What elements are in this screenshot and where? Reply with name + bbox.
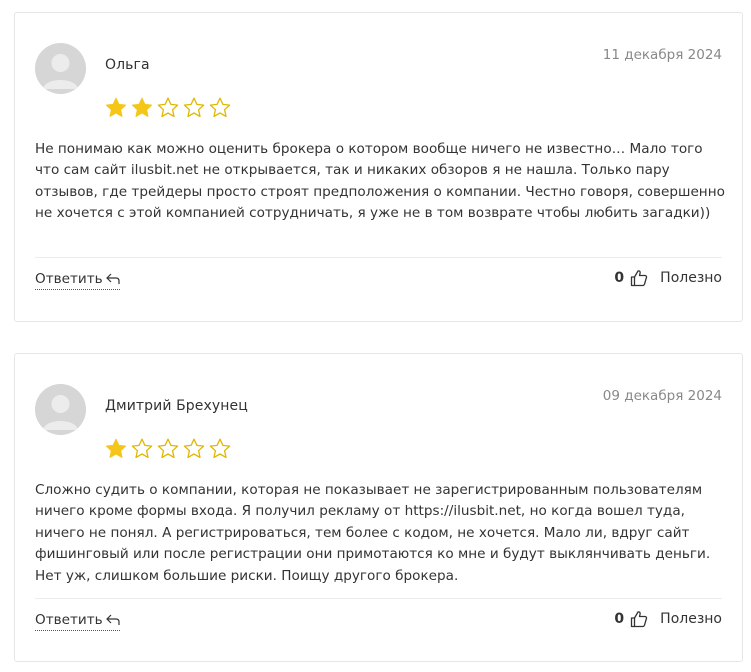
star-filled-icon — [131, 97, 153, 117]
like-count: 0 — [614, 270, 625, 286]
helpful-control: 0 Полезно — [614, 269, 722, 287]
star-empty-icon — [183, 438, 205, 459]
review-author: Ольга — [105, 57, 150, 73]
avatar-placeholder-icon — [35, 43, 86, 94]
helpful-label[interactable]: Полезно — [660, 611, 722, 627]
review-date: 11 декабря 2024 — [602, 47, 722, 63]
review-date: 09 декабря 2024 — [602, 388, 722, 404]
reply-button[interactable]: Ответить — [35, 271, 120, 290]
review-author: Дмитрий Брехунец — [105, 398, 248, 414]
reply-label: Ответить — [35, 271, 103, 287]
star-rating — [104, 96, 232, 120]
reply-arrow-icon — [105, 273, 120, 284]
helpful-control: 0 Полезно — [614, 610, 722, 628]
review-card: Ольга 11 декабря 2024 Не понимаю как мож… — [14, 12, 743, 322]
thumbs-up-icon[interactable] — [630, 610, 648, 628]
like-count: 0 — [614, 611, 625, 627]
star-empty-icon — [131, 438, 153, 459]
helpful-label[interactable]: Полезно — [660, 270, 722, 286]
star-empty-icon — [157, 97, 179, 118]
star-rating — [104, 437, 232, 461]
divider — [35, 598, 722, 599]
reply-button[interactable]: Ответить — [35, 612, 120, 631]
review-card: Дмитрий Брехунец 09 декабря 2024 Сложно … — [14, 353, 743, 662]
thumbs-up-icon[interactable] — [630, 269, 648, 287]
review-text: Не понимаю как можно оценить брокера о к… — [35, 141, 725, 222]
star-empty-icon — [209, 438, 231, 459]
avatar-placeholder-icon — [35, 384, 86, 435]
star-empty-icon — [157, 438, 179, 459]
star-filled-icon — [105, 97, 127, 117]
star-empty-icon — [209, 97, 231, 118]
star-filled-icon — [105, 438, 127, 458]
reply-arrow-icon — [105, 614, 120, 625]
reply-label: Ответить — [35, 612, 103, 628]
divider — [35, 257, 722, 258]
review-text: Сложно судить о компании, которая не пок… — [35, 482, 711, 584]
star-empty-icon — [183, 97, 205, 118]
